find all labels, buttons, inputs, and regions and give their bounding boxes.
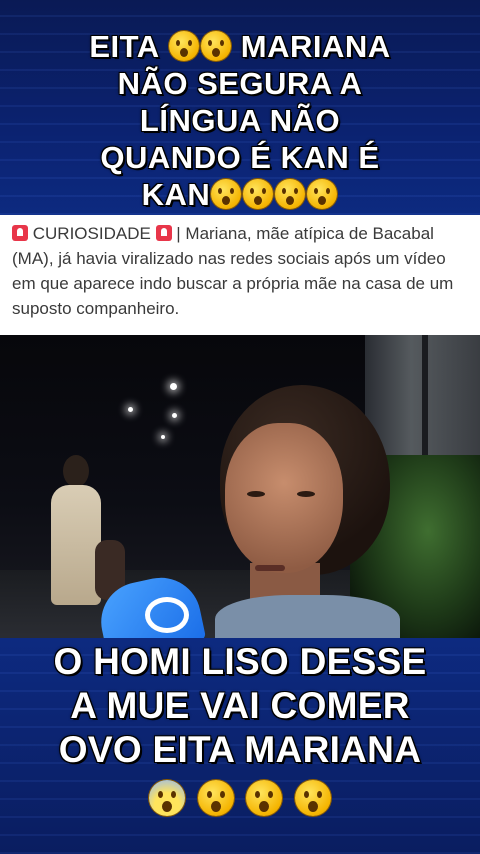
top-caption: EITA MARIANA NÃO SEGURA A LÍNGUA NÃO QUA… <box>0 28 480 213</box>
astonished-face-icon <box>211 179 242 209</box>
street-light <box>161 435 165 439</box>
woman-mouth <box>255 565 285 571</box>
siren-icon <box>12 225 28 241</box>
woman-face <box>225 423 343 573</box>
bottom-caption-line-1: O HOMI LISO DESSE <box>53 641 427 682</box>
background-person-dress <box>51 485 101 605</box>
microphone-logo <box>145 597 189 633</box>
top-caption-text-mariana: MARIANA <box>240 29 391 64</box>
astonished-face-icon <box>168 31 199 61</box>
astonished-face-icon <box>197 780 234 816</box>
news-tag: CURIOSIDADE <box>32 224 151 243</box>
top-caption-line-1: EITA MARIANA <box>0 28 480 65</box>
bottom-caption-emoji-row <box>0 776 480 820</box>
woman-shirt <box>215 595 400 638</box>
astonished-face-icon <box>243 179 274 209</box>
screaming-face-icon <box>149 780 186 816</box>
top-caption-line-3: LÍNGUA NÃO <box>139 103 341 138</box>
interviewed-woman <box>215 385 405 638</box>
bottom-caption-line-2: A MUE VAI COMER <box>70 685 410 726</box>
street-light <box>128 407 133 412</box>
bottom-caption: O HOMI LISO DESSE A MUE VAI COMER OVO EI… <box>0 640 480 820</box>
astonished-face-icon <box>307 179 338 209</box>
top-caption-line-5: KAN <box>0 176 480 213</box>
video-frame[interactable] <box>0 335 480 638</box>
top-caption-line-4: QUANDO É KAN É <box>100 140 380 175</box>
top-caption-text-eita: EITA <box>89 29 159 64</box>
top-caption-text-kan: KAN <box>141 177 211 212</box>
astonished-face-icon <box>275 179 306 209</box>
news-card: CURIOSIDADE | Mariana, mãe atípica de Ba… <box>0 215 480 335</box>
siren-icon <box>155 225 172 241</box>
top-caption-line-2: NÃO SEGURA A <box>117 66 363 101</box>
astonished-face-icon <box>294 780 331 816</box>
bottom-caption-line-3: OVO EITA MARIANA <box>58 729 422 770</box>
street-light <box>170 383 177 390</box>
astonished-face-icon <box>246 780 283 816</box>
background-person-head <box>63 455 89 487</box>
street-light <box>172 413 177 418</box>
woman-eye <box>297 491 315 497</box>
astonished-face-icon <box>200 31 231 61</box>
woman-eye <box>247 491 265 497</box>
